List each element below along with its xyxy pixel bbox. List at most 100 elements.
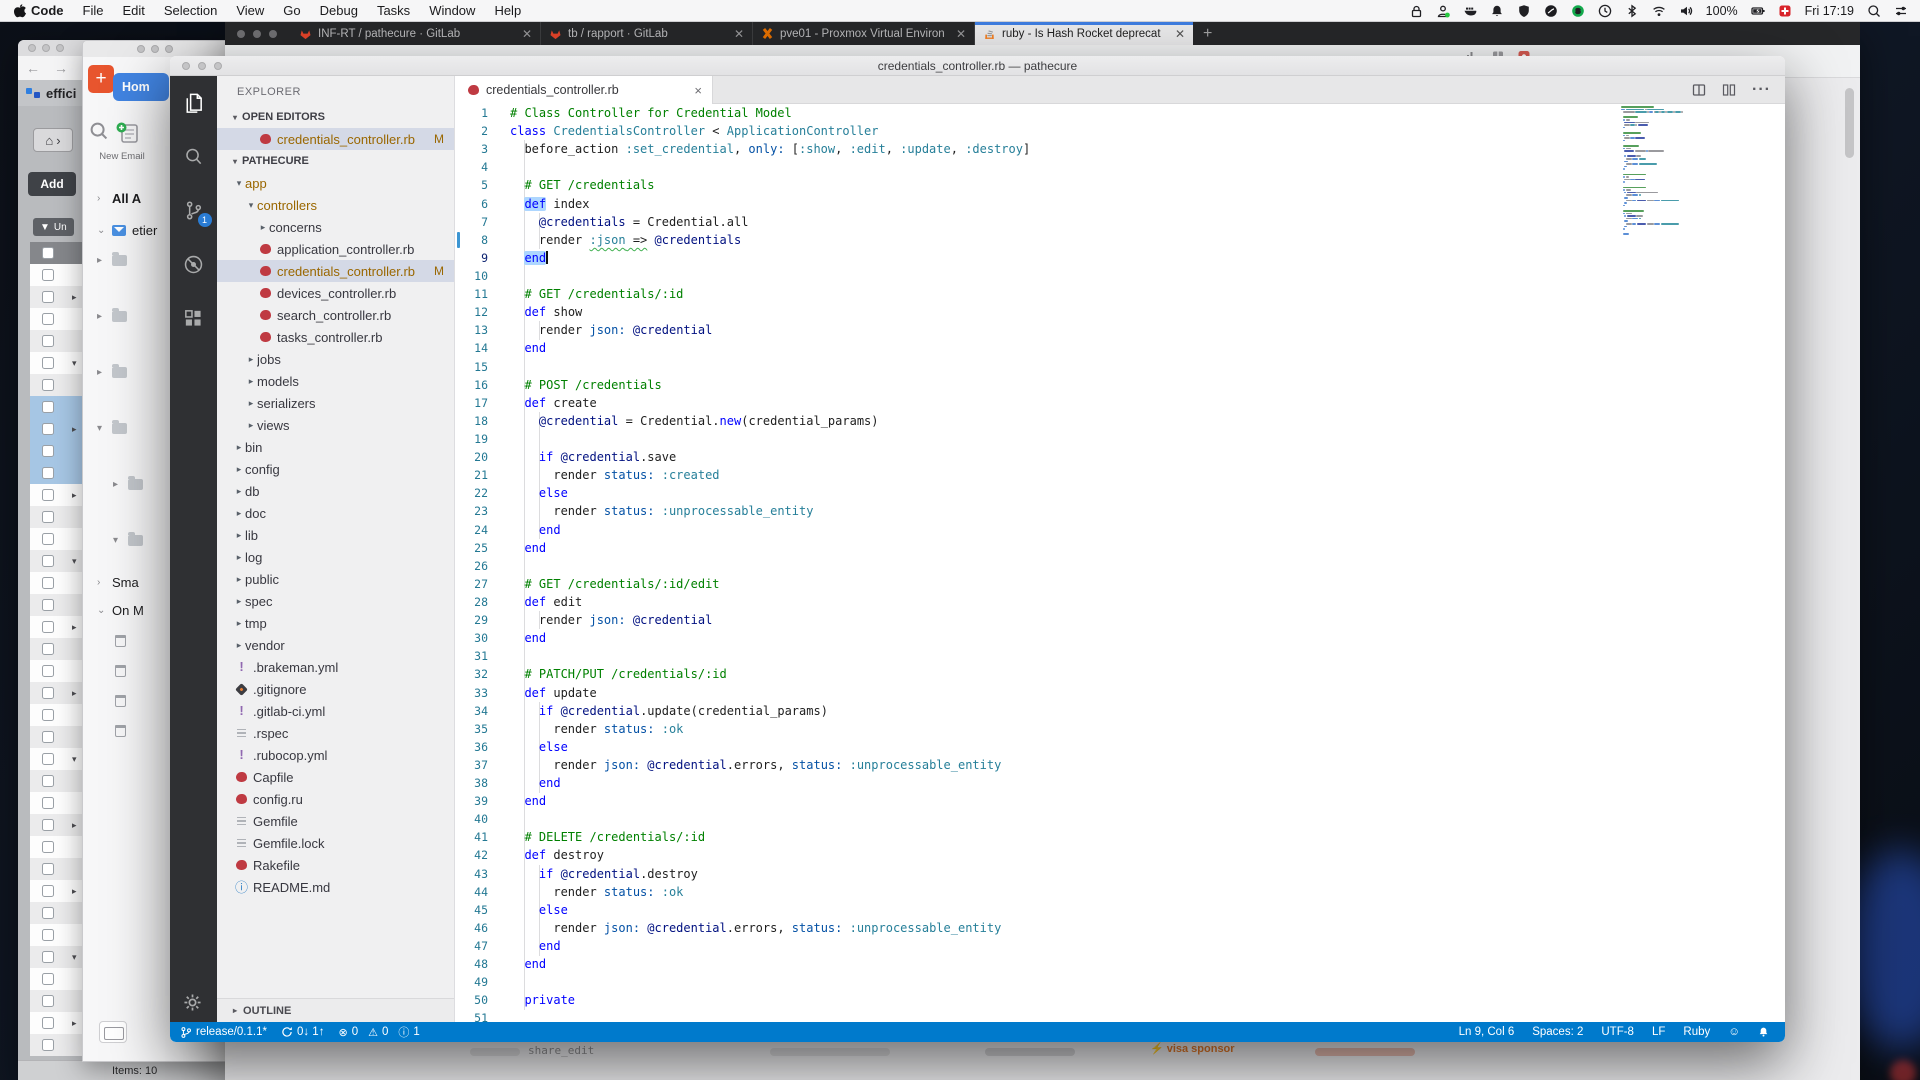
eol[interactable]: LF bbox=[1652, 1026, 1665, 1038]
git-branch-status[interactable]: release/0.1.1* bbox=[180, 1026, 267, 1039]
sync-status[interactable]: 0↓ 1↑ bbox=[281, 1026, 325, 1038]
row-checkbox[interactable] bbox=[42, 775, 54, 787]
code-line-12[interactable]: 12 def show bbox=[455, 303, 1785, 321]
row-checkbox[interactable] bbox=[42, 709, 54, 721]
tree-item-Capfile[interactable]: Capfile bbox=[217, 766, 454, 788]
debug-icon[interactable] bbox=[182, 252, 206, 276]
row-checkbox[interactable] bbox=[42, 973, 54, 985]
code-line-40[interactable]: 40 bbox=[455, 810, 1785, 828]
row-checkbox[interactable] bbox=[42, 643, 54, 655]
sponsor-link[interactable]: ⚡visa sponsor bbox=[1150, 1042, 1235, 1055]
tree-item-app[interactable]: ▾app bbox=[217, 172, 454, 194]
section-folder[interactable]: ▾PATHECURE bbox=[217, 150, 454, 172]
mailbox-row[interactable]: ▾ bbox=[113, 535, 143, 546]
envelope-icon[interactable] bbox=[99, 1021, 127, 1043]
s-app-icon[interactable]: S bbox=[1571, 4, 1585, 18]
forward-icon[interactable]: → bbox=[54, 60, 68, 76]
row-checkbox[interactable] bbox=[42, 599, 54, 611]
code-line-9[interactable]: 9 end bbox=[455, 249, 1785, 267]
row-checkbox[interactable] bbox=[42, 467, 54, 479]
code-line-49[interactable]: 49 bbox=[455, 973, 1785, 991]
row-checkbox[interactable] bbox=[42, 401, 54, 413]
row-checkbox[interactable] bbox=[42, 907, 54, 919]
tree-item-credentials_controller.rb[interactable]: credentials_controller.rbM bbox=[217, 260, 454, 282]
menu-debug[interactable]: Debug bbox=[320, 3, 358, 18]
tree-item-tasks_controller.rb[interactable]: tasks_controller.rb bbox=[217, 326, 454, 348]
home-button[interactable]: ⌂› bbox=[33, 128, 73, 152]
code-line-30[interactable]: 30 end bbox=[455, 629, 1785, 647]
traffic-light-minimize[interactable] bbox=[198, 62, 206, 70]
traffic-light-zoom[interactable] bbox=[269, 30, 277, 38]
toggle-layout-icon[interactable] bbox=[1722, 83, 1736, 97]
code-line-2[interactable]: 2class CredentialsController < Applicati… bbox=[455, 122, 1785, 140]
mailbox-row[interactable] bbox=[115, 725, 126, 737]
code-line-36[interactable]: 36 else bbox=[455, 738, 1785, 756]
code-line-17[interactable]: 17 def create bbox=[455, 394, 1785, 412]
new-email-icon[interactable] bbox=[115, 121, 141, 145]
code-line-32[interactable]: 32 # PATCH/PUT /credentials/:id bbox=[455, 665, 1785, 683]
code-line-5[interactable]: 5 # GET /credentials bbox=[455, 176, 1785, 194]
menu-view[interactable]: View bbox=[236, 3, 264, 18]
traffic-light-close[interactable] bbox=[137, 45, 145, 53]
menu-selection[interactable]: Selection bbox=[164, 3, 217, 18]
mailbox-row[interactable] bbox=[115, 695, 126, 707]
code-line-46[interactable]: 46 render json: @credential.errors, stat… bbox=[455, 919, 1785, 937]
code-line-11[interactable]: 11 # GET /credentials/:id bbox=[455, 285, 1785, 303]
code-line-51[interactable]: 51 bbox=[455, 1009, 1785, 1022]
code-line-24[interactable]: 24 end bbox=[455, 521, 1785, 539]
tree-item-lib[interactable]: ▸lib bbox=[217, 524, 454, 546]
row-checkbox[interactable] bbox=[42, 731, 54, 743]
docker-icon[interactable] bbox=[1463, 4, 1477, 18]
tree-item-tmp[interactable]: ▸tmp bbox=[217, 612, 454, 634]
row-checkbox[interactable] bbox=[42, 291, 54, 303]
problems-status[interactable]: ⊗0 ⚠0 ⓘ1 bbox=[338, 1024, 419, 1040]
cursor-position[interactable]: Ln 9, Col 6 bbox=[1459, 1026, 1515, 1038]
row-checkbox[interactable] bbox=[42, 313, 54, 325]
mailbox-row[interactable]: ▸ bbox=[97, 311, 127, 322]
code-line-14[interactable]: 14 end bbox=[455, 339, 1785, 357]
bell-icon[interactable] bbox=[1490, 4, 1504, 18]
traffic-light-close[interactable] bbox=[28, 44, 36, 52]
tree-item-search_controller.rb[interactable]: search_controller.rb bbox=[217, 304, 454, 326]
browser-tab-4[interactable]: ruby - Is Hash Rocket deprecat✕ bbox=[975, 22, 1193, 45]
notifications-bell-icon[interactable] bbox=[1758, 1026, 1769, 1038]
code-line-6[interactable]: 6 def index bbox=[455, 195, 1785, 213]
bluetooth-icon[interactable] bbox=[1625, 4, 1639, 18]
compose-button[interactable]: + bbox=[88, 65, 114, 93]
row-checkbox[interactable] bbox=[42, 951, 54, 963]
code-line-25[interactable]: 25 end bbox=[455, 539, 1785, 557]
code-line-31[interactable]: 31 bbox=[455, 647, 1785, 665]
mailbox-row[interactable] bbox=[115, 635, 126, 647]
code-line-41[interactable]: 41 # DELETE /credentials/:id bbox=[455, 828, 1785, 846]
tree-item-bin[interactable]: ▸bin bbox=[217, 436, 454, 458]
wifi-icon[interactable] bbox=[1652, 4, 1666, 18]
minimap[interactable] bbox=[1621, 106, 1773, 306]
mailbox-row[interactable]: ▸ bbox=[97, 255, 127, 266]
menu-edit[interactable]: Edit bbox=[122, 3, 144, 18]
menu-bar-clock[interactable]: Fri 17:19 bbox=[1805, 4, 1854, 18]
menu-code[interactable]: Code bbox=[31, 3, 64, 18]
code-line-15[interactable]: 15 bbox=[455, 358, 1785, 376]
row-checkbox[interactable] bbox=[42, 1017, 54, 1029]
menu-file[interactable]: File bbox=[83, 3, 104, 18]
extensions-icon[interactable] bbox=[182, 306, 206, 330]
code-line-45[interactable]: 45 else bbox=[455, 901, 1785, 919]
mailbox-row[interactable]: ▸ bbox=[97, 367, 127, 378]
close-icon[interactable]: ✕ bbox=[522, 27, 532, 41]
tree-item-controllers[interactable]: ▾controllers bbox=[217, 194, 454, 216]
editor-tab-active[interactable]: credentials_controller.rb × bbox=[455, 76, 713, 104]
tree-item-Gemfile[interactable]: Gemfile bbox=[217, 810, 454, 832]
code-line-28[interactable]: 28 def edit bbox=[455, 593, 1785, 611]
tree-item-Rakefile[interactable]: Rakefile bbox=[217, 854, 454, 876]
code-line-29[interactable]: 29 render json: @credential bbox=[455, 611, 1785, 629]
search-icon[interactable] bbox=[182, 144, 206, 168]
settings-gear-icon[interactable] bbox=[181, 991, 204, 1014]
traffic-light-minimize[interactable] bbox=[42, 44, 50, 52]
row-checkbox[interactable] bbox=[42, 577, 54, 589]
tree-item-.rubocop.yml[interactable]: !.rubocop.yml bbox=[217, 744, 454, 766]
tree-item-serializers[interactable]: ▸serializers bbox=[217, 392, 454, 414]
code-line-19[interactable]: 19 bbox=[455, 430, 1785, 448]
code-line-42[interactable]: 42 def destroy bbox=[455, 846, 1785, 864]
row-checkbox[interactable] bbox=[42, 445, 54, 457]
source-control-icon[interactable]: 1 bbox=[182, 198, 206, 222]
